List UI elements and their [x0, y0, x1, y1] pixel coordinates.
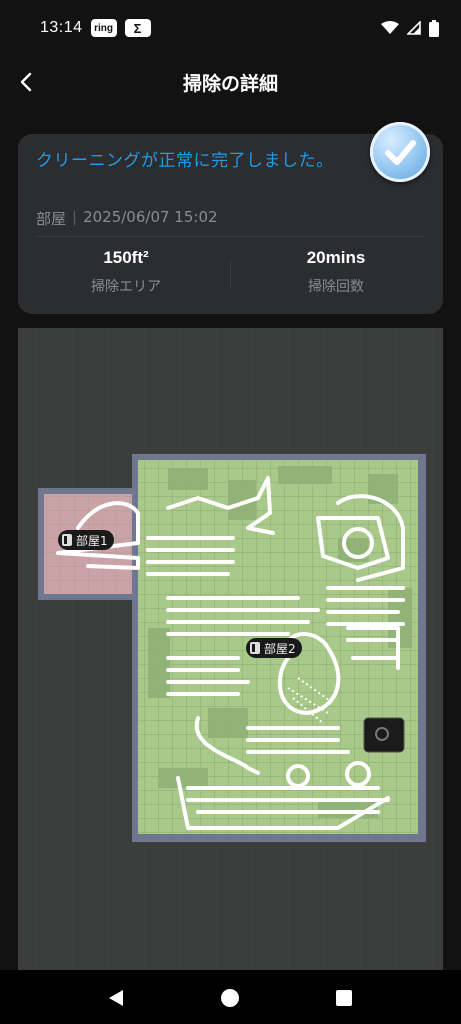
area-label: 掃除エリア	[91, 279, 161, 295]
status-bar: 13:14 ring Σ	[0, 0, 461, 56]
triangle-back-icon	[109, 990, 123, 1006]
square-recents-icon	[336, 990, 352, 1006]
separator: |	[72, 208, 78, 226]
chevron-left-icon	[20, 72, 32, 92]
room-2-name: 部屋2	[264, 641, 296, 656]
page-title: 掃除の詳細	[182, 72, 278, 95]
ring-notification-icon: ring	[90, 19, 117, 37]
nav-back-button[interactable]	[102, 984, 130, 1012]
sigma-notification-icon: Σ	[124, 19, 151, 37]
stat-separator	[230, 260, 231, 288]
room-datetime: 部屋 | 2025/06/07 15:02	[36, 208, 218, 229]
robot-dock-icon[interactable]	[363, 717, 405, 753]
divider	[36, 236, 425, 237]
nav-recents-button[interactable]	[330, 984, 358, 1012]
header: 掃除の詳細	[0, 56, 461, 108]
wifi-icon	[381, 21, 399, 34]
status-time: 13:14	[40, 19, 83, 36]
time-value: 20mins	[306, 248, 366, 267]
area-value: 150ft²	[103, 248, 149, 267]
back-button[interactable]	[14, 68, 38, 96]
room-2-label[interactable]: 部屋2	[246, 638, 302, 658]
battery-icon	[429, 19, 439, 37]
nav-home-button[interactable]	[216, 984, 244, 1012]
system-nav-bar	[0, 970, 461, 1024]
datetime: 2025/06/07 15:02	[83, 208, 218, 226]
circle-home-icon	[221, 989, 239, 1007]
time-label: 掃除回数	[308, 279, 364, 295]
completion-message: クリーニングが正常に完了しました。	[36, 151, 334, 171]
cleaning-map[interactable]: 部屋1 部屋2	[18, 328, 443, 970]
area-stat: 150ft² 掃除エリア	[46, 248, 206, 296]
room-tag-icon	[62, 534, 72, 546]
room-tag-icon	[250, 642, 260, 654]
signal-icon	[407, 21, 421, 35]
time-stat: 20mins 掃除回数	[256, 248, 416, 296]
room-label: 部屋	[36, 210, 67, 228]
check-icon	[370, 122, 430, 182]
map-canvas	[18, 328, 443, 970]
room-1-label[interactable]: 部屋1	[58, 530, 114, 550]
room-1-name: 部屋1	[76, 533, 108, 548]
